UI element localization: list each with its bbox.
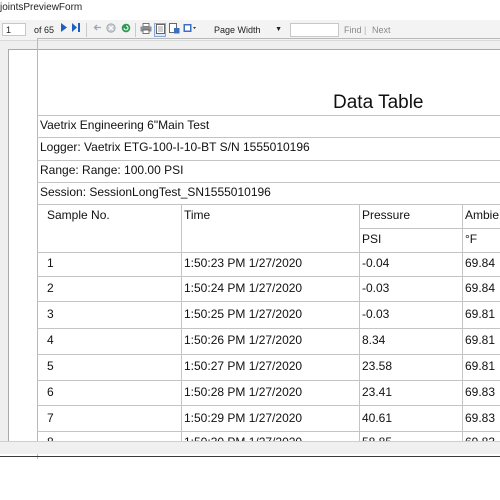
window-title: jointsPreviewForm	[0, 2, 83, 13]
row-pressure: 23.41	[362, 385, 393, 399]
chevron-down-icon: ▼	[275, 26, 282, 33]
back-icon[interactable]	[91, 23, 103, 37]
zoom-select[interactable]: Page Width ▼	[212, 23, 284, 37]
row-sample: 7	[47, 411, 54, 425]
print-icon[interactable]	[140, 23, 152, 37]
row-sample: 3	[47, 307, 54, 321]
page-count-label: of 65	[34, 25, 55, 35]
report-info-line: Vaetrix Engineering 6"Main Test	[40, 118, 210, 132]
row-sample: 5	[47, 359, 54, 373]
row-sample: 6	[47, 385, 54, 399]
table-divider	[37, 301, 500, 302]
table-divider	[360, 228, 500, 229]
window-titlebar: jointsPreviewForm	[0, 0, 500, 20]
find-input[interactable]	[290, 23, 339, 37]
row-pressure: 8.34	[362, 333, 386, 347]
row-ambient: 69.83	[465, 385, 496, 399]
row-ambient: 69.84	[465, 256, 496, 270]
row-time: 1:50:24 PM 1/27/2020	[184, 281, 303, 295]
row-sample: 4	[47, 333, 54, 347]
row-time: 1:50:25 PM 1/27/2020	[184, 307, 303, 321]
row-pressure: -0.03	[362, 281, 390, 295]
row-time: 1:50:26 PM 1/27/2020	[184, 333, 303, 347]
report-info-line: Session: SessionLongTest_SN1555010196	[40, 185, 271, 199]
horizontal-scrollbar[interactable]	[0, 441, 500, 454]
table-divider	[37, 160, 500, 161]
toolbar-separator	[135, 23, 136, 37]
row-sample: 1	[47, 256, 54, 270]
table-column-divider	[181, 204, 182, 441]
row-ambient: 69.84	[465, 281, 496, 295]
find-link[interactable]: Find	[344, 20, 362, 40]
column-unit-pressure: PSI	[362, 232, 382, 246]
last-page-icon[interactable]	[70, 23, 82, 37]
column-header-pressure: Pressure	[362, 208, 411, 222]
table-column-divider	[462, 204, 463, 441]
table-divider	[37, 431, 500, 432]
row-pressure: 23.58	[362, 359, 393, 373]
report-title: Data Table	[333, 92, 424, 113]
table-divider	[37, 252, 500, 253]
stop-icon[interactable]	[105, 23, 117, 37]
table-divider	[37, 115, 500, 116]
next-page-icon[interactable]	[58, 23, 70, 37]
export-icon[interactable]	[182, 23, 200, 37]
table-divider	[37, 354, 500, 355]
table-column-divider	[359, 204, 360, 441]
row-ambient: 69.81	[465, 307, 496, 321]
table-divider	[37, 276, 500, 277]
row-sample: 2	[47, 281, 54, 295]
row-ambient: 69.83	[465, 411, 496, 425]
row-time: 1:50:29 PM 1/27/2020	[184, 411, 303, 425]
table-divider	[37, 328, 500, 329]
column-header-sample: Sample No.	[47, 208, 110, 222]
refresh-icon[interactable]	[120, 23, 132, 37]
toolbar-separator	[86, 23, 87, 37]
report-info-line: Logger: Vaetrix ETG-100-I-10-BT S/N 1555…	[40, 140, 310, 154]
row-pressure: 40.61	[362, 411, 393, 425]
next-link[interactable]: Next	[372, 20, 391, 40]
column-header-time: Time	[184, 208, 211, 222]
table-divider	[37, 405, 500, 406]
table-divider	[37, 204, 500, 205]
toolbar-separator: |	[364, 25, 367, 35]
table-divider	[37, 380, 500, 381]
table-divider	[37, 137, 500, 138]
print-layout-icon[interactable]	[154, 23, 166, 37]
row-pressure: -0.03	[362, 307, 390, 321]
row-pressure: -0.04	[362, 256, 390, 270]
page-number-input[interactable]: 1	[2, 23, 26, 36]
report-info-line: Range: Range: 100.00 PSI	[40, 163, 184, 177]
page-setup-icon[interactable]	[168, 23, 180, 37]
row-time: 1:50:23 PM 1/27/2020	[184, 256, 303, 270]
row-ambient: 69.81	[465, 333, 496, 347]
row-ambient: 69.81	[465, 359, 496, 373]
row-time: 1:50:27 PM 1/27/2020	[184, 359, 303, 373]
column-header-ambient: Ambie	[465, 208, 500, 222]
row-time: 1:50:28 PM 1/27/2020	[184, 385, 303, 399]
window-bottom-border	[0, 456, 500, 457]
column-unit-ambient: °F	[465, 232, 478, 246]
zoom-select-value: Page Width	[214, 25, 261, 35]
table-divider	[37, 182, 500, 183]
